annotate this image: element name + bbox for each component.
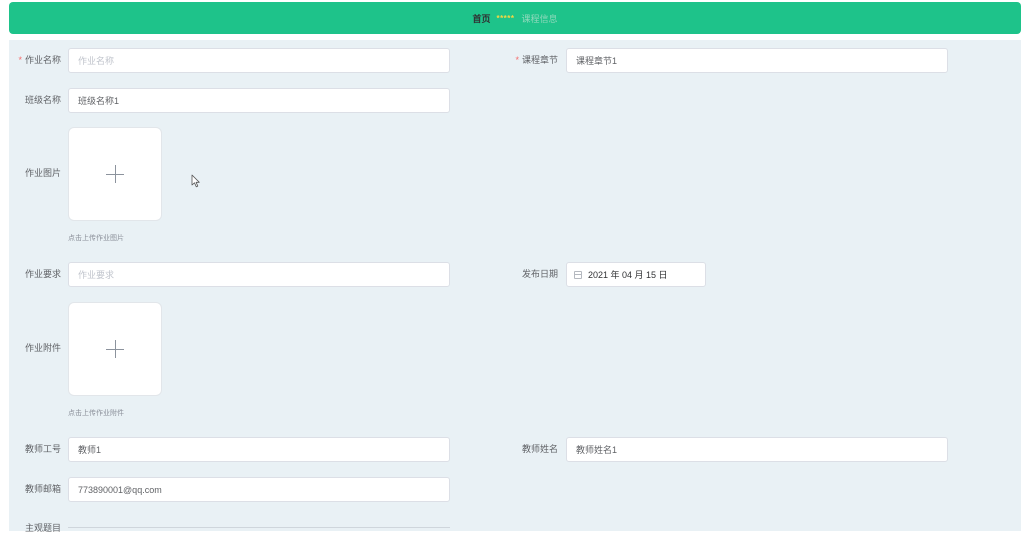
publish-date-label: 发布日期 [521,269,558,279]
course-chapter-input[interactable] [566,48,948,73]
teacher-id-input[interactable] [68,437,450,462]
teacher-email-input[interactable] [68,477,450,502]
homework-image-tip: 点击上传作业图片 [68,235,124,242]
subjective-questions-label: 主观题目 [24,523,61,533]
publish-date-value: 2021 年 04 月 15 日 [588,270,668,280]
calendar-icon [574,270,582,279]
homework-requirement-input[interactable] [68,262,450,287]
class-name-label: 班级名称 [24,95,61,105]
breadcrumb-home[interactable]: 首页 [472,12,490,25]
homework-attachment-label: 作业附件 [24,343,61,353]
form-panel: *作业名称 *课程章节 班级名称 作业图片 点击上传作业图片 作业要求 发布日期… [9,40,1021,533]
homework-requirement-label: 作业要求 [24,269,61,279]
class-name-input[interactable] [68,88,450,113]
breadcrumb-separator: ***** [496,13,515,23]
subjective-questions-editor[interactable] [68,527,450,528]
required-mark: * [18,55,22,65]
homework-name-label: * 作业名称 [18,55,61,65]
teacher-id-label: 教师工号 [24,444,61,454]
breadcrumb-current: 课程信息 [521,13,558,24]
teacher-name-label: 教师姓名 [521,444,558,454]
publish-date-picker[interactable]: 2021 年 04 月 15 日 [566,262,706,287]
mouse-cursor-icon [191,174,200,188]
course-chapter-label: * 课程章节 [515,55,558,65]
plus-icon [106,340,124,358]
breadcrumb-bar: 首页 ***** 课程信息 [9,2,1021,34]
homework-attachment-uploader[interactable] [68,302,162,396]
plus-icon [106,165,124,183]
required-mark: * [515,55,519,65]
teacher-name-input[interactable] [566,437,948,462]
homework-image-label: 作业图片 [24,168,61,178]
homework-image-uploader[interactable] [68,127,162,221]
homework-attachment-tip: 点击上传作业附件 [68,410,124,417]
teacher-email-label: 教师邮箱 [24,484,61,494]
homework-name-input[interactable] [68,48,450,73]
